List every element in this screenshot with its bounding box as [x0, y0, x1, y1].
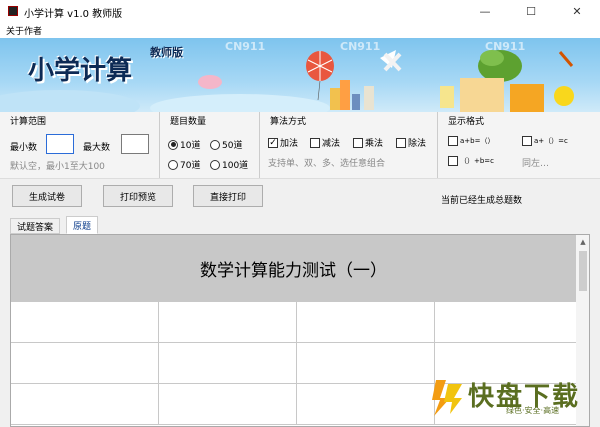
- table-cell: [435, 302, 576, 343]
- app-icon: [8, 6, 18, 16]
- max-input[interactable]: [121, 134, 149, 154]
- print-preview-button[interactable]: 打印预览: [103, 185, 173, 207]
- kuaipan-logo: 快盘下载 绿色·安全·高速: [428, 372, 598, 426]
- generated-count-status: 当前已经生成总题数: [441, 196, 523, 206]
- checkbox-box: [448, 136, 458, 146]
- table-cell: [11, 343, 159, 384]
- op-checkbox-subtract[interactable]: 减法: [310, 136, 340, 149]
- format-group: 显示格式 a+b=（） a+（）=c （）+b=c 同左…: [438, 112, 600, 178]
- checkbox-box: [448, 156, 458, 166]
- format-title: 显示格式: [448, 117, 485, 127]
- table-cell: [297, 384, 435, 425]
- print-button[interactable]: 直接打印: [193, 185, 263, 207]
- tab-bar: 试题答案 原题: [10, 216, 598, 234]
- max-label: 最大数: [83, 143, 111, 153]
- table-cell: [159, 302, 297, 343]
- count-title: 题目数量: [170, 117, 207, 127]
- table-row: [11, 302, 576, 343]
- close-button[interactable]: ✕: [554, 0, 600, 22]
- count-radio-70[interactable]: 70道: [168, 158, 200, 171]
- count-radio-label: 100道: [222, 161, 249, 171]
- ops-group: 算法方式 ✓ 加法 减法 乘法 除法 支持单、双、多、选任意组合: [260, 112, 438, 178]
- op-checkbox-add[interactable]: ✓ 加法: [268, 136, 298, 149]
- checkbox-box: [310, 137, 320, 148]
- banner: CN911 CN911 CN911 小学计算 教师版: [0, 38, 600, 112]
- table-cell: [297, 343, 435, 384]
- worksheet-title: 数学计算能力测试（一）: [11, 235, 576, 302]
- format-label: a+b=（）: [460, 137, 495, 145]
- banner-title: 小学计算: [28, 56, 133, 86]
- watermark: CN911: [340, 40, 381, 53]
- count-radio-10[interactable]: 10道: [168, 138, 200, 151]
- checkbox-box: [353, 137, 363, 148]
- range-hint: 默认空，最小1至大100: [10, 162, 105, 172]
- count-group: 题目数量 10道 50道 70道 100道: [160, 112, 260, 178]
- window-title: 小学计算 v1.0 教师版: [24, 9, 123, 20]
- format-checkbox-3[interactable]: （）+b=c: [448, 156, 494, 166]
- logo-mark-icon: [432, 380, 462, 416]
- table-cell: [11, 384, 159, 425]
- format-label: a+（）=c: [534, 137, 568, 145]
- count-radio-label: 10道: [180, 141, 201, 151]
- radio-dot: [210, 139, 220, 150]
- tab-original[interactable]: 原题: [66, 216, 99, 234]
- radio-dot: [168, 159, 178, 170]
- generate-button[interactable]: 生成试卷: [12, 185, 82, 207]
- count-radio-100[interactable]: 100道: [210, 158, 248, 171]
- watermark: CN911: [485, 40, 526, 53]
- count-radio-label: 70道: [180, 161, 201, 171]
- format-checkbox-2[interactable]: a+（）=c: [522, 136, 568, 146]
- op-label: 乘法: [365, 139, 384, 149]
- minimize-button[interactable]: —: [462, 0, 508, 22]
- range-group: 计算范围 最小数 最大数 默认空，最小1至大100: [0, 112, 160, 178]
- op-label: 除法: [408, 139, 427, 149]
- banner-subtitle: 教师版: [150, 46, 183, 59]
- format-hint: 同左…: [522, 159, 550, 169]
- logo-tagline: 绿色·安全·高速: [506, 406, 560, 415]
- title-bar: 小学计算 v1.0 教师版 — ☐ ✕: [0, 0, 600, 22]
- scroll-up-icon[interactable]: ▲: [576, 235, 589, 249]
- ops-hint: 支持单、双、多、选任意组合: [268, 159, 386, 169]
- menu-about-author[interactable]: 关于作者: [6, 24, 42, 37]
- table-cell: [11, 302, 159, 343]
- table-cell: [297, 302, 435, 343]
- min-input[interactable]: [46, 134, 74, 154]
- action-bar: 生成试卷 打印预览 直接打印 当前已经生成总题数: [0, 178, 600, 214]
- scroll-thumb[interactable]: [579, 251, 587, 291]
- format-checkbox-1[interactable]: a+b=（）: [448, 136, 494, 146]
- menu-bar: 关于作者: [0, 22, 600, 38]
- count-radio-label: 50道: [222, 141, 243, 151]
- count-radio-50[interactable]: 50道: [210, 138, 242, 151]
- checkbox-box: [522, 136, 532, 146]
- checkbox-box: ✓: [268, 137, 278, 148]
- app-window: 小学计算 v1.0 教师版 — ☐ ✕ 关于作者 CN911 CN911 CN9…: [0, 0, 600, 427]
- ops-title: 算法方式: [270, 117, 307, 127]
- table-cell: [159, 343, 297, 384]
- tab-answers[interactable]: 试题答案: [10, 218, 61, 234]
- checkbox-box: [396, 137, 406, 148]
- maximize-button[interactable]: ☐: [508, 0, 554, 22]
- op-checkbox-multiply[interactable]: 乘法: [353, 136, 383, 149]
- range-title: 计算范围: [10, 117, 47, 127]
- op-label: 加法: [280, 139, 299, 149]
- min-label: 最小数: [10, 143, 38, 153]
- radio-dot: [210, 159, 220, 170]
- radio-dot: [168, 139, 178, 150]
- watermark: CN911: [225, 40, 266, 53]
- table-cell: [159, 384, 297, 425]
- format-label: （）+b=c: [460, 157, 495, 165]
- op-checkbox-divide[interactable]: 除法: [396, 136, 426, 149]
- op-label: 减法: [322, 139, 341, 149]
